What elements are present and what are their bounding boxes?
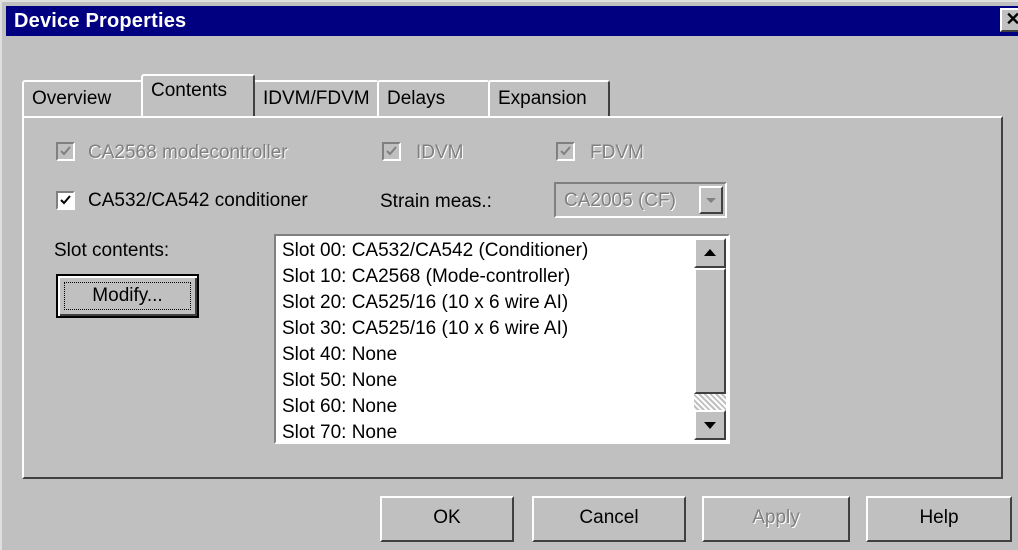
help-button[interactable]: Help <box>866 496 1012 542</box>
tab-overview[interactable]: Overview <box>22 80 144 116</box>
checkmark-icon <box>60 195 71 205</box>
list-item[interactable]: Slot 40: None <box>278 342 694 368</box>
idvm-checkbox[interactable] <box>382 142 401 161</box>
arrow-down-icon <box>704 422 716 429</box>
fdvm-label: FDVM <box>590 142 644 163</box>
slot-contents-label: Slot contents: <box>54 240 170 261</box>
close-icon: ✕ <box>1005 9 1018 29</box>
cancel-label: Cancel <box>579 507 639 528</box>
conditioner-checkbox[interactable] <box>56 191 75 210</box>
checkmark-icon <box>60 146 71 156</box>
ok-label: OK <box>433 507 461 528</box>
tab-label: Overview <box>32 88 112 109</box>
list-item[interactable]: Slot 50: None <box>278 368 694 394</box>
tab-idvm-fdvm[interactable]: IDVM/FDVM <box>253 80 379 116</box>
tab-label: IDVM/FDVM <box>263 88 370 109</box>
tab-label: Expansion <box>498 88 587 109</box>
cancel-button[interactable]: Cancel <box>532 496 686 542</box>
tab-contents[interactable]: Contents <box>141 74 255 116</box>
list-item[interactable]: Slot 20: CA525/16 (10 x 6 wire AI) <box>278 290 694 316</box>
tab-expansion[interactable]: Expansion <box>488 80 610 116</box>
idvm-label: IDVM <box>416 142 464 163</box>
conditioner-label: CA532/CA542 conditioner <box>88 190 308 211</box>
modecontroller-checkbox[interactable] <box>56 142 75 161</box>
apply-label: Apply <box>752 507 800 528</box>
modify-button[interactable]: Modify... <box>56 274 199 318</box>
help-label: Help <box>919 507 959 528</box>
arrow-up-icon <box>704 249 716 256</box>
scroll-track[interactable] <box>694 394 726 410</box>
fdvm-checkbox[interactable] <box>556 142 575 161</box>
scroll-thumb[interactable] <box>694 268 726 394</box>
scroll-down-button[interactable] <box>694 410 726 440</box>
list-item[interactable]: Slot 10: CA2568 (Mode-controller) <box>278 264 694 290</box>
list-item[interactable]: Slot 00: CA532/CA542 (Conditioner) <box>278 238 694 264</box>
window-title: Device Properties <box>14 10 187 32</box>
modify-label: Modify... <box>92 285 163 306</box>
chevron-down-icon <box>706 198 716 203</box>
strain-meas-value: CA2005 (CF) <box>564 190 676 211</box>
device-properties-dialog: Device Properties ✕ Overview Contents ID… <box>0 0 1018 550</box>
dropdown-arrow-button[interactable] <box>699 186 723 214</box>
slot-list-items: Slot 00: CA532/CA542 (Conditioner) Slot 1… <box>278 238 694 442</box>
list-item[interactable]: Slot 30: CA525/16 (10 x 6 wire AI) <box>278 316 694 342</box>
list-item[interactable]: Slot 70: None <box>278 420 694 442</box>
vertical-scrollbar[interactable] <box>694 238 726 440</box>
checkmark-icon <box>386 146 397 156</box>
checkmark-icon <box>560 146 571 156</box>
list-item[interactable]: Slot 60: None <box>278 394 694 420</box>
slot-contents-list[interactable]: Slot 00: CA532/CA542 (Conditioner) Slot 1… <box>274 234 730 444</box>
modecontroller-label: CA2568 modecontroller <box>88 142 288 163</box>
ok-button[interactable]: OK <box>380 496 514 542</box>
apply-button[interactable]: Apply <box>702 496 850 542</box>
tab-label: Delays <box>387 88 446 109</box>
strain-meas-label: Strain meas.: <box>380 191 492 212</box>
close-button[interactable]: ✕ <box>1000 8 1018 32</box>
strain-meas-dropdown[interactable]: CA2005 (CF) <box>554 182 727 218</box>
tab-delays[interactable]: Delays <box>377 80 490 116</box>
tab-label: Contents <box>151 80 228 101</box>
scroll-up-button[interactable] <box>694 238 726 268</box>
title-bar[interactable]: Device Properties ✕ <box>6 6 1018 36</box>
